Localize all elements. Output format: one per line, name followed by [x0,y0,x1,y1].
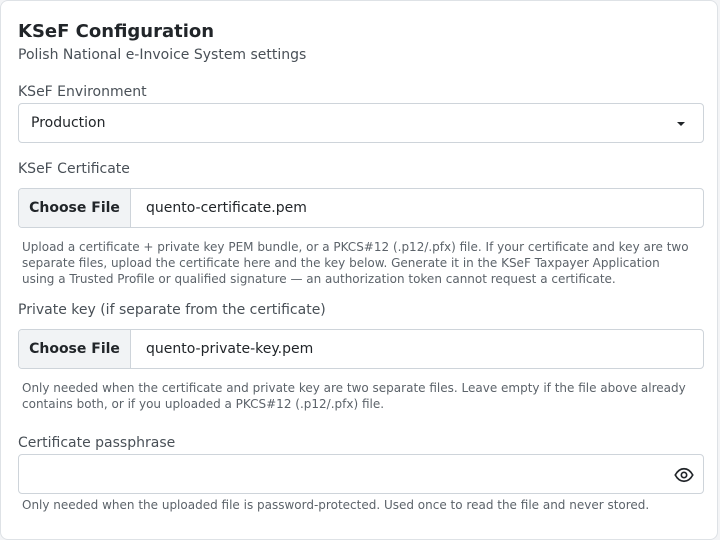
certificate-label: KSeF Certificate [18,161,130,177]
passphrase-help-text: Only needed when the uploaded file is pa… [22,498,650,512]
ksef-config-card: KSeF Configuration Polish National e-Inv… [0,0,718,540]
page-title: KSeF Configuration [18,21,215,42]
certificate-file-name: quento-certificate.pem [146,200,307,216]
certificate-help-text: Upload a certificate + private key PEM b… [22,240,689,286]
passphrase-label: Certificate passphrase [18,435,176,451]
private-key-help-text: Only needed when the certificate and pri… [22,381,686,411]
environment-selected-value: Production [31,115,106,131]
private-key-file-input[interactable]: Choose File quento-private-key.pem [18,329,704,369]
private-key-file-name: quento-private-key.pem [146,341,314,357]
chevron-down-icon [677,122,685,126]
certificate-choose-file-button[interactable]: Choose File [19,189,131,227]
environment-select[interactable]: Production [18,103,704,143]
page-subtitle: Polish National e-Invoice System setting… [18,47,307,63]
environment-label: KSeF Environment [18,84,147,100]
certificate-file-input[interactable]: Choose File quento-certificate.pem [18,188,704,228]
passphrase-input[interactable] [18,454,704,494]
private-key-label: Private key (if separate from the certif… [18,302,326,318]
eye-icon[interactable] [674,465,694,485]
private-key-choose-file-button[interactable]: Choose File [19,330,131,368]
